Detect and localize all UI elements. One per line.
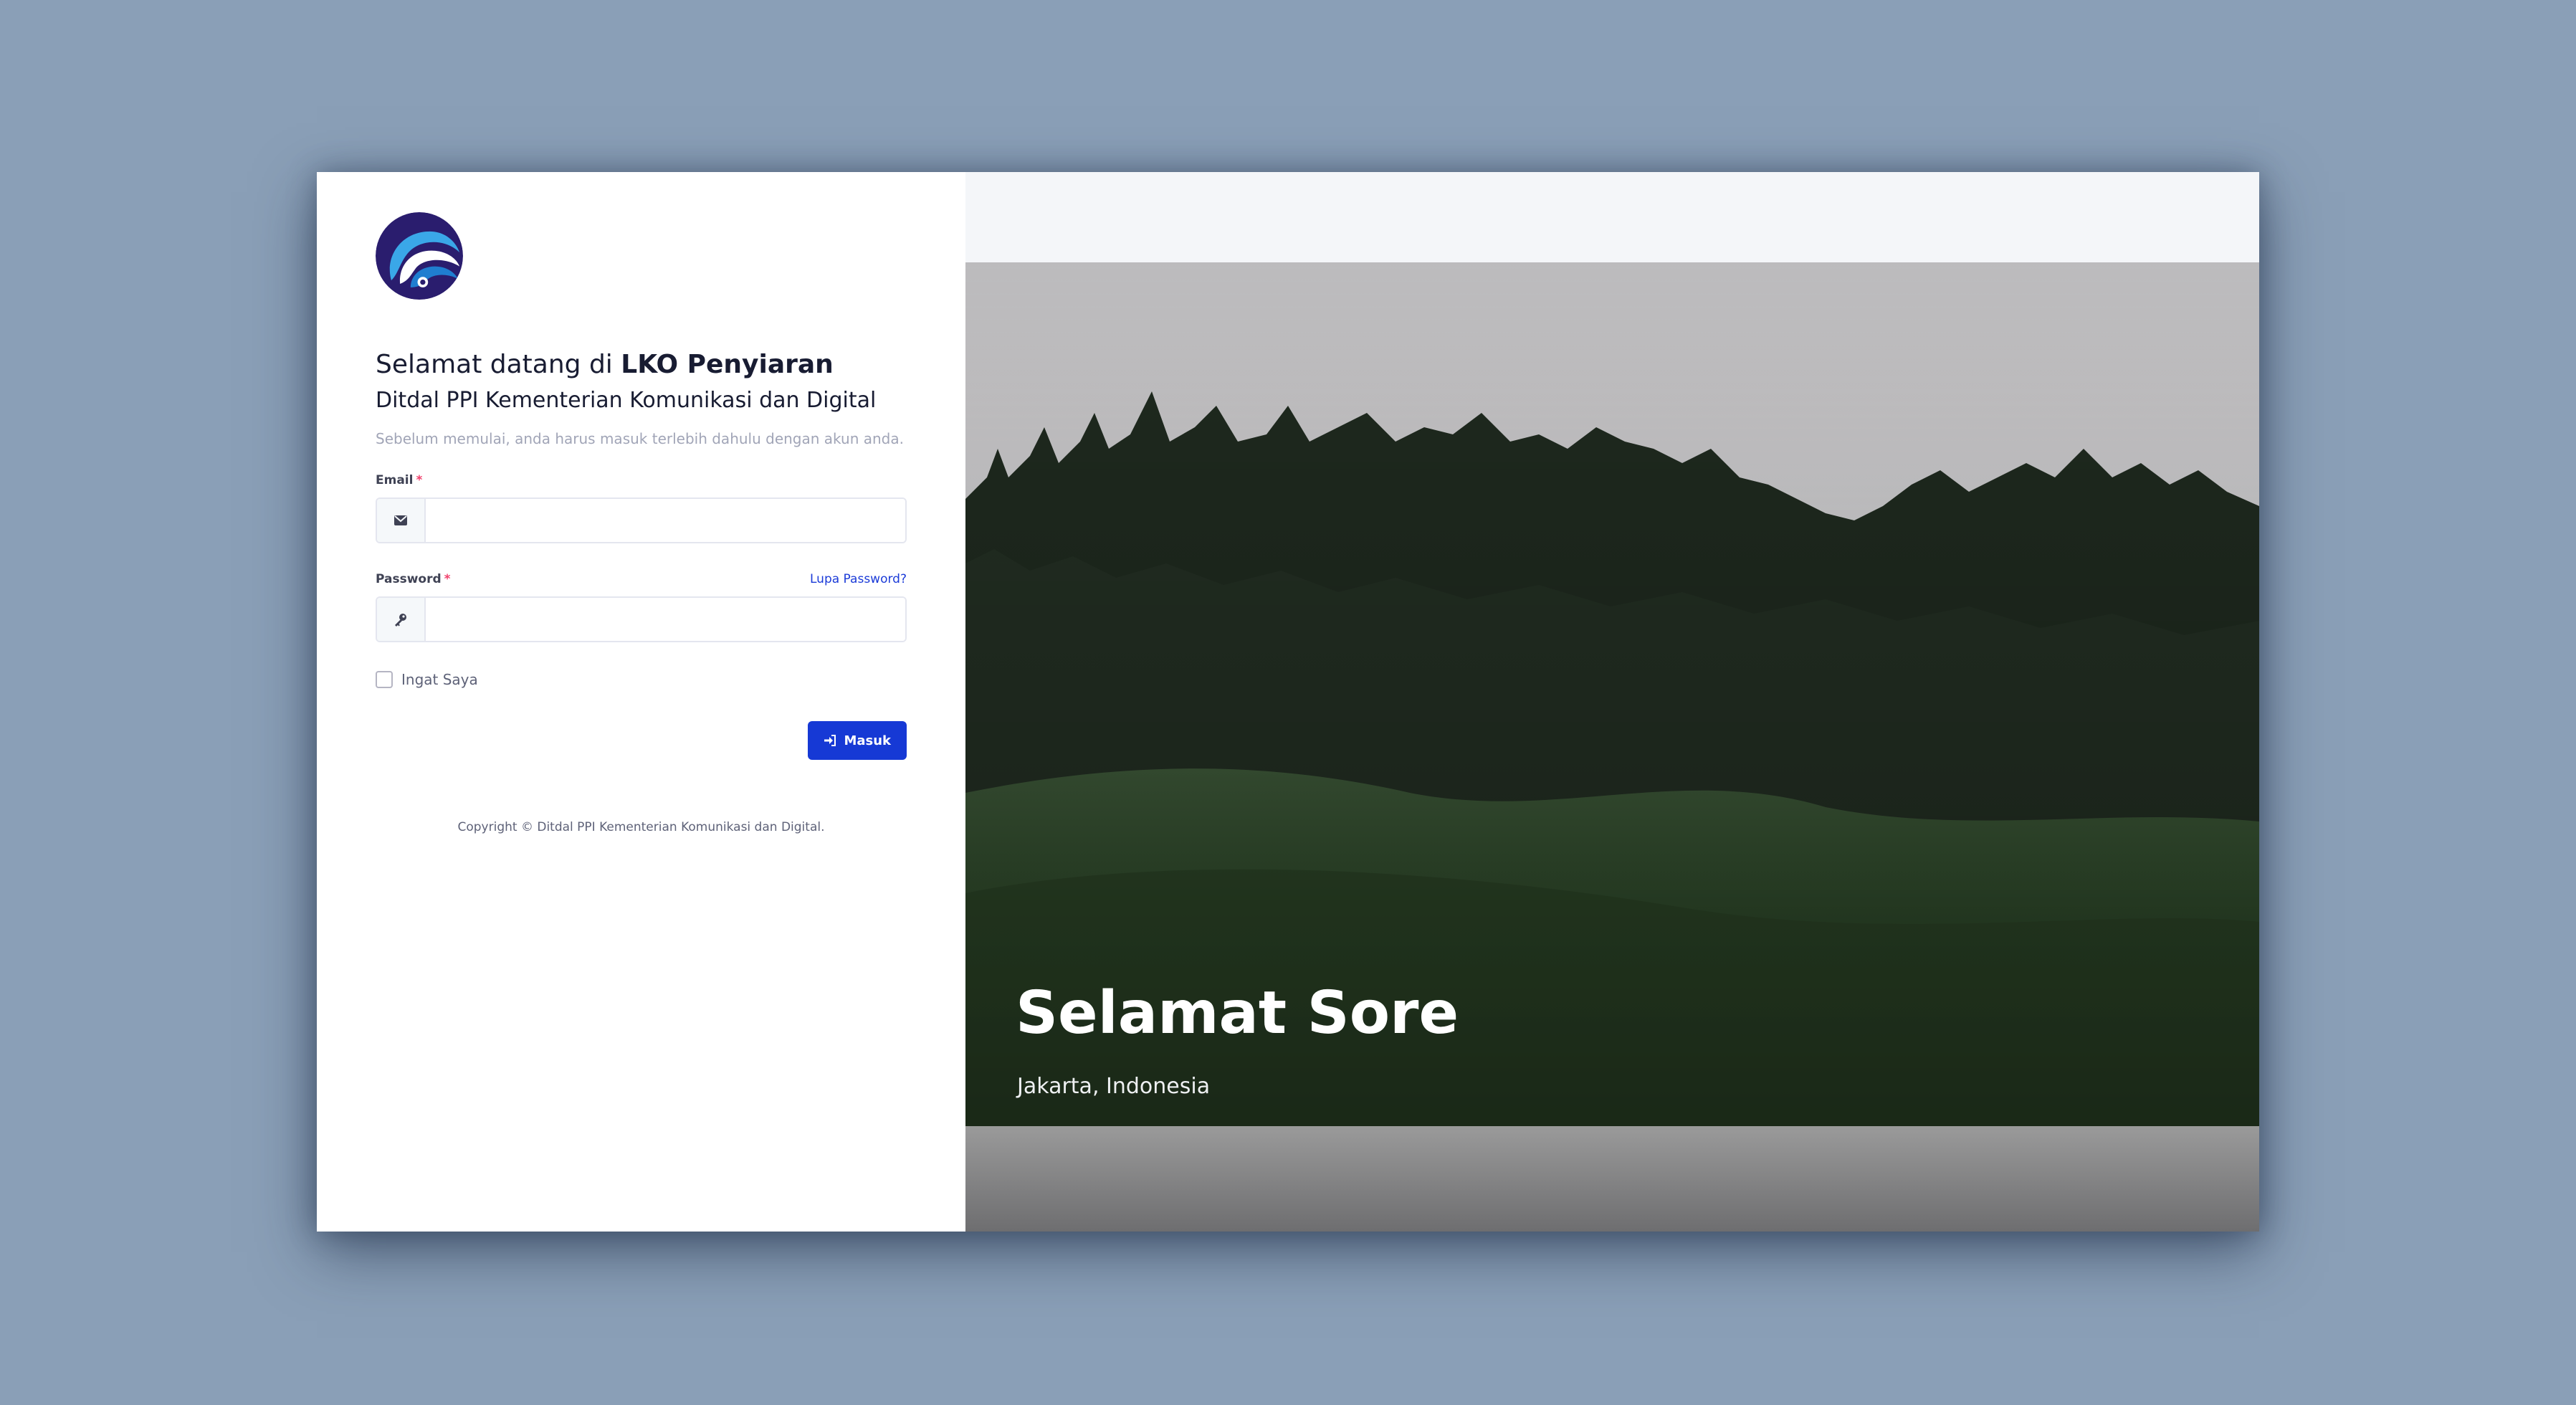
welcome-heading: Selamat datang di LKO Penyiaran bbox=[376, 348, 907, 381]
required-mark: * bbox=[416, 473, 423, 487]
email-input-group bbox=[376, 497, 907, 543]
location-text: Jakarta, Indonesia bbox=[1017, 1074, 1211, 1099]
remember-me-label[interactable]: Ingat Saya bbox=[401, 671, 478, 688]
copyright-text: Copyright © Ditdal PPI Kementerian Komun… bbox=[457, 820, 825, 834]
email-label: Email bbox=[376, 473, 414, 487]
password-label-row: Password * Lupa Password? bbox=[376, 572, 907, 586]
sign-in-icon bbox=[824, 735, 836, 746]
email-addon bbox=[377, 499, 426, 542]
password-field[interactable] bbox=[426, 598, 905, 641]
login-hint: Sebelum memulai, anda harus masuk terleb… bbox=[376, 430, 904, 447]
key-icon bbox=[395, 614, 406, 627]
login-button[interactable]: Masuk bbox=[808, 721, 907, 760]
app-name: LKO Penyiaran bbox=[621, 350, 834, 379]
welcome-prefix: Selamat datang di bbox=[376, 350, 621, 379]
landscape-image: Selamat Sore bbox=[965, 262, 2259, 1126]
email-field[interactable] bbox=[426, 499, 905, 542]
envelope-icon bbox=[394, 515, 407, 525]
organization-subtitle: Ditdal PPI Kementerian Komunikasi dan Di… bbox=[376, 388, 877, 413]
password-input-group bbox=[376, 596, 907, 642]
password-addon bbox=[377, 598, 426, 641]
greeting-text: Selamat Sore bbox=[1016, 979, 1459, 1047]
forgot-password-link[interactable]: Lupa Password? bbox=[810, 572, 907, 586]
login-panel: Selamat datang di LKO Penyiaran Ditdal P… bbox=[317, 172, 965, 1232]
remember-me-checkbox[interactable] bbox=[376, 671, 393, 688]
required-mark: * bbox=[444, 572, 451, 586]
remember-me-row: Ingat Saya bbox=[376, 671, 907, 688]
submit-row: Masuk bbox=[376, 721, 907, 760]
kominfo-logo bbox=[376, 212, 463, 300]
login-button-label: Masuk bbox=[844, 733, 891, 748]
hero-panel: Selamat Sore Jakarta, Indonesia bbox=[965, 172, 2259, 1232]
hero-bottom-band bbox=[965, 1126, 2259, 1232]
password-label: Password bbox=[376, 572, 442, 586]
email-label-row: Email * bbox=[376, 473, 907, 487]
login-window: Selamat datang di LKO Penyiaran Ditdal P… bbox=[317, 172, 2259, 1232]
